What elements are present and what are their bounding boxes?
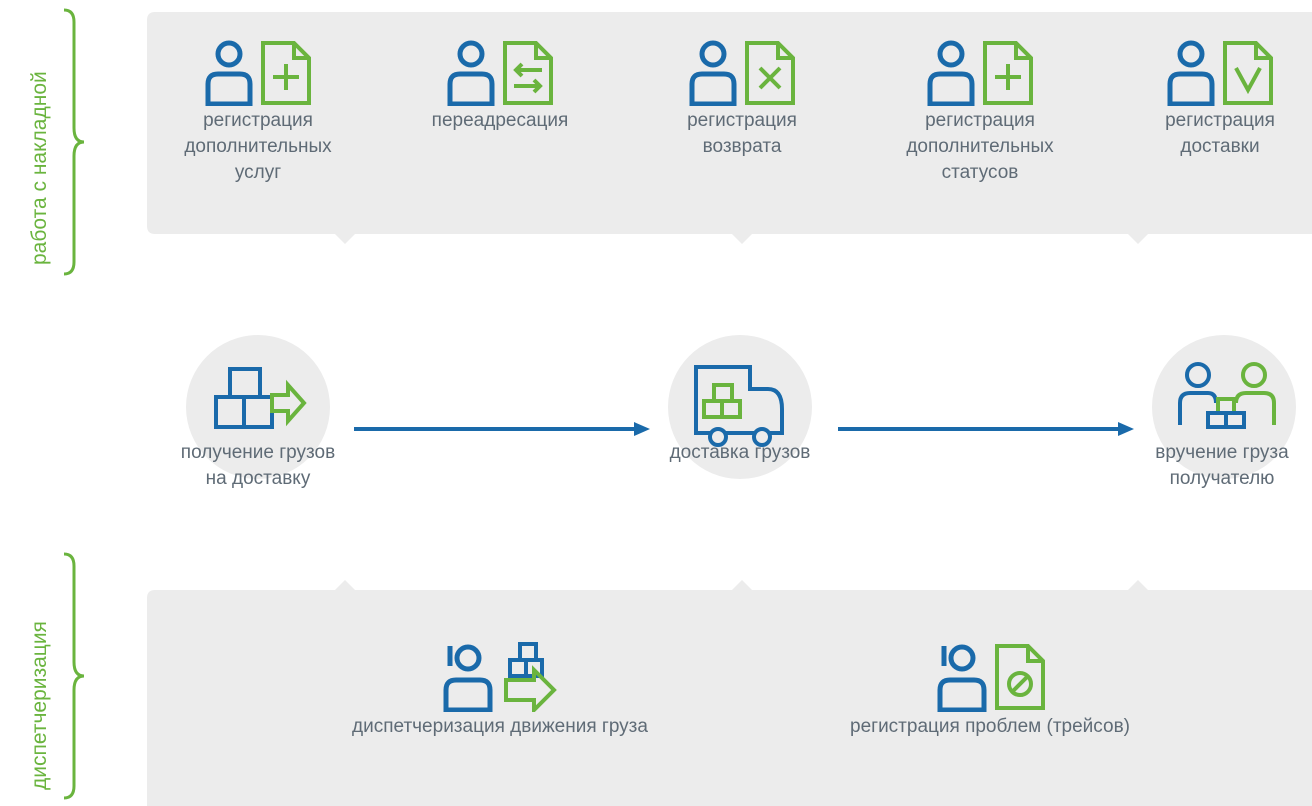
waybill-item-label: регистрация доставки [1165, 110, 1275, 157]
waybill-item-return[interactable]: регистрация возврата [632, 40, 852, 160]
operator-icon [443, 644, 493, 712]
brace-top [63, 8, 85, 276]
waybill-item-label: регистрация возврата [687, 110, 797, 157]
flow-node-delivery[interactable]: доставка грузов [620, 440, 860, 466]
waybill-item-additional-services[interactable]: регистрация дополнительных услуг [148, 40, 368, 186]
dispatch-item-label: диспетчеризация движения груза [352, 716, 648, 737]
user-icon [205, 40, 253, 106]
waybill-item-additional-statuses[interactable]: регистрация дополнительных статусов [870, 40, 1090, 186]
dispatch-item-cargo-movement[interactable]: диспетчеризация движения груза [340, 640, 660, 740]
user-icon [689, 40, 737, 106]
operator-icon [937, 644, 987, 712]
flow-node-pickup[interactable]: получение грузов на доставку [138, 440, 378, 492]
flow-node-handover[interactable]: вручение груза получателю [1102, 440, 1312, 492]
user-icon [447, 40, 495, 106]
doc-cross-icon [745, 41, 795, 105]
dispatch-item-label: регистрация проблем (трейсов) [850, 716, 1130, 737]
dispatch-item-problems[interactable]: регистрация проблем (трейсов) [820, 640, 1160, 740]
waybill-item-readdress[interactable]: переадресация [390, 40, 610, 134]
doc-check-icon [1223, 41, 1273, 105]
waybill-item-label: регистрация дополнительных услуг [184, 110, 332, 183]
flow-label: доставка грузов [669, 442, 811, 463]
waybill-item-label: переадресация [431, 110, 569, 131]
flow-label: получение грузов на доставку [180, 442, 336, 489]
waybill-item-delivery[interactable]: регистрация доставки [1110, 40, 1312, 160]
flow-label: вручение груза получателю [1155, 442, 1289, 489]
side-label-waybill: работа с накладной [28, 71, 51, 265]
doc-plus-icon [983, 41, 1033, 105]
doc-plus-icon [261, 41, 311, 105]
side-label-dispatch: диспетчеризация [28, 621, 51, 790]
waybill-item-label: регистрация дополнительных статусов [906, 110, 1054, 183]
doc-forbidden-icon [995, 644, 1045, 710]
doc-swap-icon [503, 41, 553, 105]
user-icon [927, 40, 975, 106]
flow-arrow-2 [838, 422, 1134, 436]
flow-arrow-1 [354, 422, 650, 436]
boxes-arrow-icon [504, 642, 557, 712]
brace-bottom [63, 552, 85, 800]
user-icon [1167, 40, 1215, 106]
